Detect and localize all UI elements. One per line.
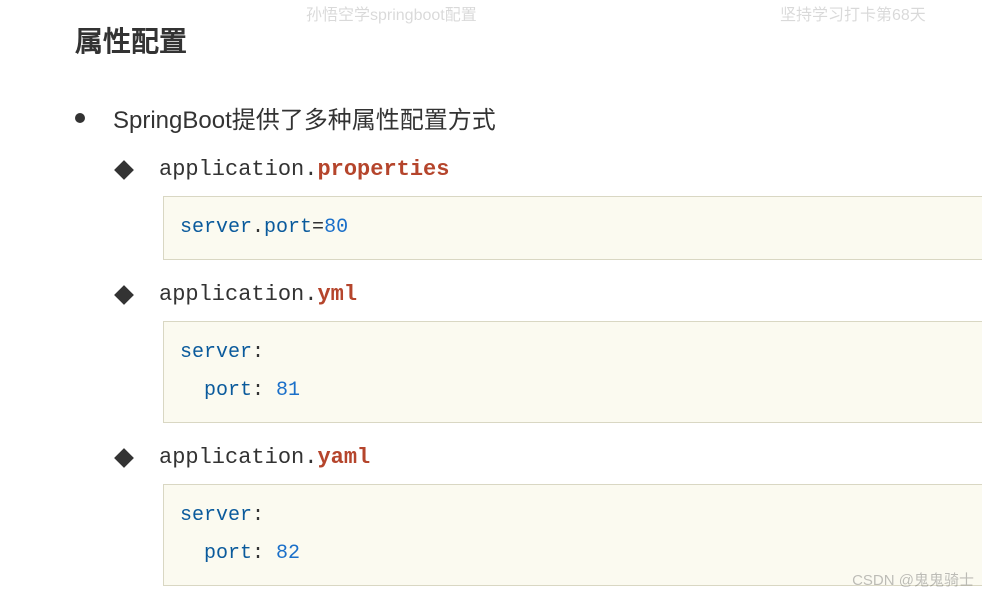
filename-label: application.yaml [159, 445, 370, 470]
code-block-yml: server: port: 81 [163, 321, 982, 423]
code-indent [180, 542, 204, 565]
code-token: port [204, 542, 252, 565]
code-token: port [204, 379, 252, 402]
config-item-yml: application.yml [117, 282, 982, 307]
filename-ext: properties [317, 157, 449, 182]
bullet-item: SpringBoot提供了多种属性配置方式 [75, 100, 982, 135]
watermark-csdn: CSDN @鬼鬼骑士 [852, 569, 974, 590]
code-token: . [252, 216, 264, 239]
code-token: server [180, 216, 252, 239]
config-item-properties: application.properties [117, 157, 982, 182]
filename-prefix: application. [159, 282, 317, 307]
config-item-yaml: application.yaml [117, 445, 982, 470]
section-title: 属性配置 [75, 20, 982, 60]
code-token: : [252, 542, 276, 565]
code-block-properties: server.port=80 [163, 196, 982, 260]
code-token: 82 [276, 542, 300, 565]
filename-label: application.properties [159, 157, 449, 182]
code-token: port [264, 216, 312, 239]
diamond-bullet-icon [114, 285, 134, 305]
document-content: 属性配置 SpringBoot提供了多种属性配置方式 application.p… [0, 0, 982, 586]
diamond-bullet-icon [114, 448, 134, 468]
filename-prefix: application. [159, 445, 317, 470]
code-token: = [312, 216, 324, 239]
filename-label: application.yml [159, 282, 357, 307]
watermark-right: 坚持学习打卡第68天 [780, 1, 926, 25]
filename-prefix: application. [159, 157, 317, 182]
code-token: server [180, 341, 252, 364]
code-token: : [252, 504, 264, 527]
code-token: : [252, 379, 276, 402]
code-token: server [180, 504, 252, 527]
disc-bullet-icon [75, 113, 85, 123]
diamond-bullet-icon [114, 160, 134, 180]
filename-ext: yaml [317, 445, 370, 470]
bullet-text: SpringBoot提供了多种属性配置方式 [113, 107, 496, 134]
watermark-left: 孙悟空学springboot配置 [306, 1, 477, 25]
code-token: : [252, 341, 264, 364]
code-token: 81 [276, 379, 300, 402]
filename-ext: yml [317, 282, 357, 307]
code-indent [180, 379, 204, 402]
code-token: 80 [324, 216, 348, 239]
